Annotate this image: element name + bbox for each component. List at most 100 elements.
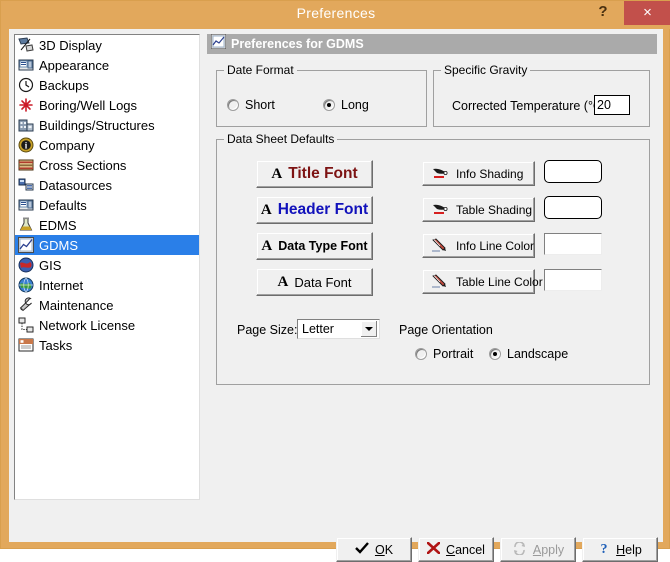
panel-header: Preferences for GDMS: [207, 33, 657, 54]
radio-orientation-portrait[interactable]: Portrait: [415, 347, 473, 361]
sidebar-item-label: Maintenance: [39, 297, 114, 313]
corrected-temperature-label: Corrected Temperature (°C):: [452, 99, 610, 113]
radio-date-short[interactable]: Short: [227, 98, 275, 112]
radio-indicator[interactable]: [323, 99, 335, 111]
datasource-icon: [18, 177, 34, 193]
preferences-panel: Preferences for GDMS Date Format Short L…: [207, 33, 657, 500]
button-label: Data Type Font: [278, 239, 368, 253]
info-shading-button[interactable]: Info Shading: [422, 161, 535, 186]
button-label: Apply: [532, 542, 565, 557]
appearance-icon: [18, 57, 34, 73]
info-line-color-swatch[interactable]: [544, 233, 602, 255]
globe-blue-icon: [18, 277, 34, 293]
sidebar-item-maintenance[interactable]: Maintenance: [15, 295, 199, 315]
table-shading-button[interactable]: Table Shading: [422, 197, 535, 222]
chart-icon: [210, 33, 227, 54]
radio-indicator[interactable]: [227, 99, 239, 111]
sidebar-item-cross-sections[interactable]: Cross Sections: [15, 155, 199, 175]
sidebar-item-label: Cross Sections: [39, 157, 127, 173]
apply-button: Apply: [500, 537, 576, 562]
page-size-label: Page Size:: [237, 323, 298, 337]
brush-icon: [431, 202, 449, 217]
chart-icon: [18, 237, 34, 253]
button-label: Table Line Color: [456, 274, 543, 289]
clock-icon: [18, 77, 34, 93]
sidebar-item-gdms[interactable]: GDMS: [15, 235, 199, 255]
radio-date-long[interactable]: Long: [323, 98, 369, 112]
table-shading-swatch[interactable]: [544, 196, 602, 219]
cross-icon: [426, 541, 441, 557]
sidebar-item-company[interactable]: i Company: [15, 135, 199, 155]
header-font-button[interactable]: A Header Font: [256, 196, 373, 224]
title-font-button[interactable]: A Title Font: [256, 160, 373, 188]
close-icon[interactable]: ×: [624, 1, 670, 25]
window-title: Preferences: [296, 5, 376, 21]
title-bar: Preferences ? ×: [1, 1, 670, 29]
sidebar-item-tasks[interactable]: Tasks: [15, 335, 199, 355]
cross-section-icon: [18, 157, 34, 173]
sidebar-item-label: GIS: [39, 257, 62, 273]
sidebar-item-label: Defaults: [39, 197, 87, 213]
page-size-select[interactable]: Letter: [297, 319, 380, 339]
network-icon: [18, 317, 34, 333]
sidebar-item-label: Datasources: [39, 177, 112, 193]
data-font-button[interactable]: A Data Font: [256, 268, 373, 296]
sidebar-item-appearance[interactable]: Appearance: [15, 55, 199, 75]
3d-display-icon: [18, 37, 34, 53]
ok-button[interactable]: OK: [336, 537, 412, 562]
panel-header-title: Preferences for GDMS: [231, 37, 364, 51]
corrected-temperature-input[interactable]: [594, 95, 630, 115]
info-line-color-button[interactable]: Info Line Color: [422, 233, 535, 258]
sidebar-item-label: 3D Display: [39, 37, 102, 53]
refresh-icon: [512, 540, 527, 558]
button-label: Help: [616, 542, 642, 557]
button-label: Data Font: [294, 274, 352, 290]
radio-indicator[interactable]: [489, 348, 501, 360]
button-label: Cancel: [446, 542, 485, 557]
brush-icon: [431, 166, 449, 181]
button-label: Header Font: [277, 201, 369, 218]
sidebar-item-edms[interactable]: EDMS: [15, 215, 199, 235]
titlebar-help-icon[interactable]: ?: [587, 1, 619, 25]
sidebar-item-network-license[interactable]: Network License: [15, 315, 199, 335]
button-label: Info Line Color: [456, 238, 535, 253]
wrench-icon: [18, 297, 34, 313]
help-button[interactable]: ? Help: [582, 537, 658, 562]
sidebar-item-backups[interactable]: Backups: [15, 75, 199, 95]
sidebar-item-label: Network License: [39, 317, 136, 333]
building-icon: [18, 117, 34, 133]
radio-orientation-landscape[interactable]: Landscape: [489, 347, 568, 361]
table-line-color-button[interactable]: Table Line Color: [422, 269, 543, 294]
sidebar-item-3d-display[interactable]: 3D Display: [15, 35, 199, 55]
sidebar-item-label: Tasks: [39, 337, 73, 353]
sidebar-item-defaults[interactable]: Defaults: [15, 195, 199, 215]
cancel-button[interactable]: Cancel: [418, 537, 494, 562]
font-glyph-icon: A: [271, 165, 283, 182]
tasks-icon: [18, 337, 34, 353]
page-size-value: Letter: [302, 322, 334, 336]
sidebar-item-datasources[interactable]: Datasources: [15, 175, 199, 195]
sidebar-item-boring-well-logs[interactable]: Boring/Well Logs: [15, 95, 199, 115]
font-glyph-icon: A: [261, 237, 273, 254]
radio-label: Portrait: [433, 347, 474, 361]
table-line-color-swatch[interactable]: [544, 269, 602, 291]
info-shading-swatch[interactable]: [544, 160, 602, 183]
sidebar-item-buildings-structures[interactable]: Buildings/Structures: [15, 115, 199, 135]
check-icon: [355, 542, 369, 557]
sidebar-item-gis[interactable]: GIS: [15, 255, 199, 275]
chevron-down-icon[interactable]: [361, 321, 377, 337]
button-label: Title Font: [288, 165, 358, 182]
date-format-group: Date Format Short Long: [216, 63, 427, 127]
radio-indicator[interactable]: [415, 348, 427, 360]
pencil-icon: [431, 274, 449, 289]
globe-red-icon: [18, 257, 34, 273]
preferences-window: Preferences ? × 3D Display Appearance Back…: [0, 0, 670, 562]
button-label: OK: [374, 542, 394, 557]
preferences-category-list[interactable]: 3D Display Appearance Backups Boring/Well L…: [14, 34, 200, 500]
data-type-font-button[interactable]: A Data Type Font: [256, 232, 373, 260]
radio-label: Long: [341, 98, 369, 112]
font-glyph-icon: A: [277, 273, 289, 290]
sidebar-item-internet[interactable]: Internet: [15, 275, 199, 295]
sidebar-item-label: Buildings/Structures: [39, 117, 155, 133]
font-glyph-icon: A: [260, 201, 272, 218]
